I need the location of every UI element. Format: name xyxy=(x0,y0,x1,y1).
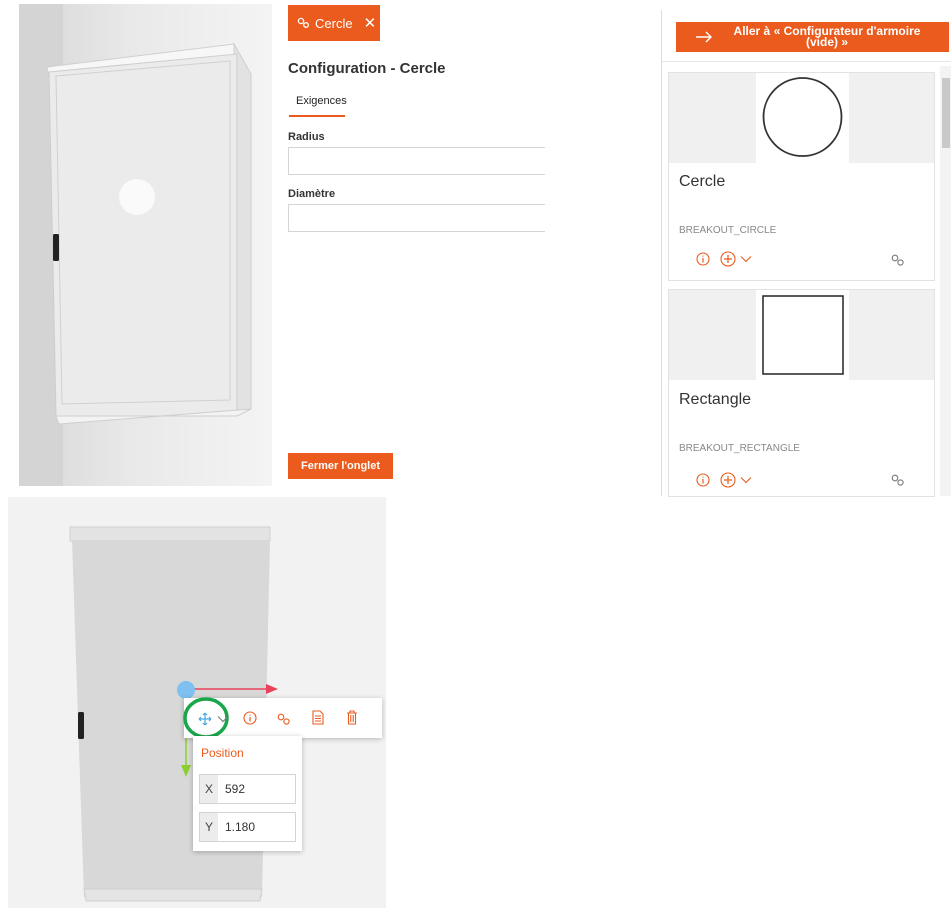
item-code: BREAKOUT_CIRCLE xyxy=(679,225,777,236)
goto-configurator-label: Aller à « Configurateur d'armoire (vide)… xyxy=(733,24,921,49)
door-handle xyxy=(78,712,84,739)
item-name: Cercle xyxy=(679,173,726,190)
trash-icon[interactable] xyxy=(346,710,358,725)
gears-icon[interactable] xyxy=(890,253,905,267)
add-icon[interactable] xyxy=(720,472,736,488)
page-title: Configuration - Cercle xyxy=(288,60,446,77)
tab-label: Cercle xyxy=(315,15,353,31)
item-thumbnail xyxy=(669,73,934,163)
active-tab-indicator xyxy=(289,115,345,117)
item-name: Rectangle xyxy=(679,391,752,408)
add-icon[interactable] xyxy=(720,251,736,267)
arrow-right-icon xyxy=(676,31,732,43)
panel-divider xyxy=(661,10,662,496)
breakout-circle-preview xyxy=(119,179,155,215)
catalog-item-cercle[interactable]: Cercle BREAKOUT_CIRCLE xyxy=(668,72,935,281)
door-handle xyxy=(53,234,59,261)
info-icon[interactable] xyxy=(243,711,257,725)
info-icon[interactable] xyxy=(696,252,710,266)
close-icon[interactable]: ✕ xyxy=(364,14,377,32)
chevron-down-icon[interactable] xyxy=(740,255,752,263)
gears-icon[interactable] xyxy=(890,473,905,487)
y-label: Y xyxy=(200,813,218,841)
object-toolbar xyxy=(183,697,382,739)
chevron-down-icon[interactable] xyxy=(740,476,752,484)
cabinet-3d-viewport[interactable] xyxy=(19,4,272,486)
document-icon[interactable] xyxy=(312,710,324,725)
x-label: X xyxy=(200,775,218,803)
circle-shape-icon xyxy=(762,77,843,157)
diametre-input[interactable] xyxy=(288,204,545,232)
position-y-field[interactable]: Y 1.180 xyxy=(199,812,296,842)
tab-cercle[interactable]: Cercle ✕ xyxy=(288,5,380,41)
chevron-down-icon[interactable] xyxy=(217,715,229,723)
item-thumbnail xyxy=(669,290,934,380)
tab-exigences[interactable]: Exigences xyxy=(296,95,347,107)
info-icon[interactable] xyxy=(696,473,710,487)
close-tab-button[interactable]: Fermer l'onglet xyxy=(288,453,393,479)
catalog-item-rectangle[interactable]: Rectangle BREAKOUT_RECTANGLE xyxy=(668,289,935,497)
item-code: BREAKOUT_RECTANGLE xyxy=(679,443,800,454)
radius-label: Radius xyxy=(288,131,325,143)
scrollbar-thumb[interactable] xyxy=(942,78,950,148)
position-x-field[interactable]: X 592 xyxy=(199,774,296,804)
goto-configurator-button[interactable]: Aller à « Configurateur d'armoire (vide)… xyxy=(676,22,949,52)
gears-icon xyxy=(297,17,309,28)
square-shape-icon xyxy=(762,295,844,375)
move-icon[interactable] xyxy=(198,712,212,726)
position-title: Position xyxy=(201,746,244,760)
cabinet-3d-viewport-bottom[interactable]: Position X 592 Y 1.180 xyxy=(8,497,386,908)
x-input[interactable]: 592 xyxy=(218,775,295,803)
divider xyxy=(662,61,951,62)
gears-icon[interactable] xyxy=(276,712,291,726)
diametre-label: Diamètre xyxy=(288,188,336,200)
radius-input[interactable] xyxy=(288,147,545,175)
position-panel: Position X 592 Y 1.180 xyxy=(193,736,302,851)
y-input[interactable]: 1.180 xyxy=(218,813,295,841)
